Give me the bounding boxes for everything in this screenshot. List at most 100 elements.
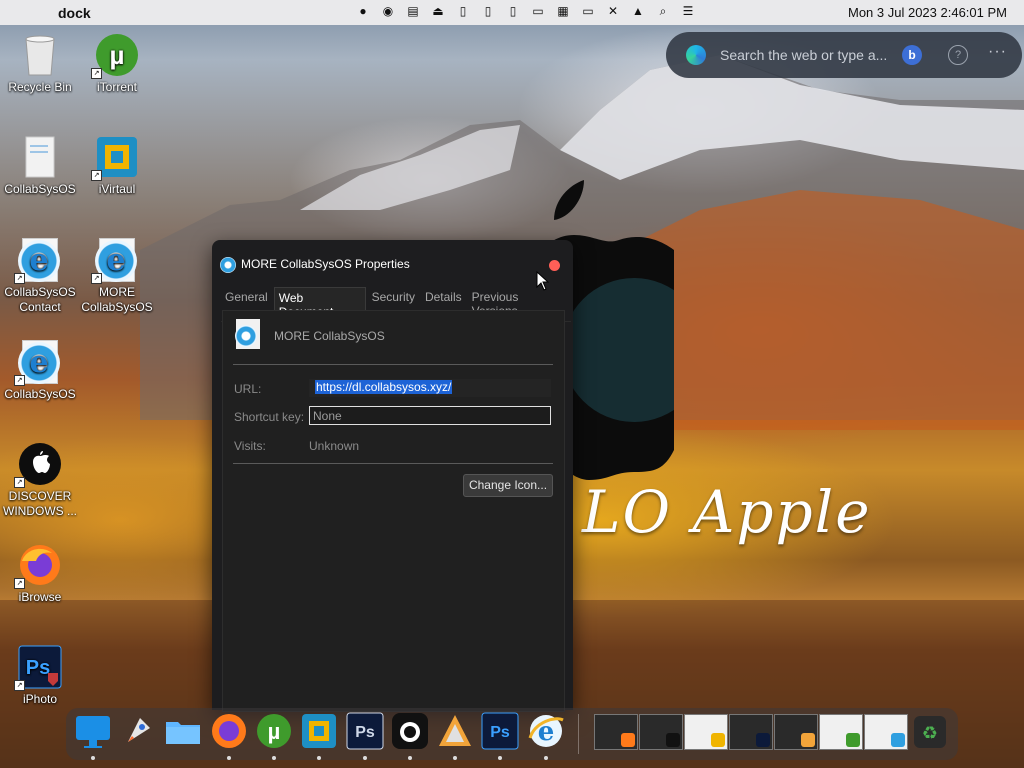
window-thumbnail[interactable] <box>684 714 728 750</box>
close-button[interactable] <box>549 260 560 271</box>
edge-search-input[interactable]: Search the web or type a... <box>720 47 887 63</box>
utorrent-icon <box>846 733 860 747</box>
running-indicator <box>272 756 276 760</box>
svg-text:Ps: Ps <box>26 657 50 679</box>
internet-explorer-icon[interactable]: e <box>527 712 565 750</box>
shortcut-key-label: Shortcut key: <box>234 410 305 424</box>
window-thumbnail[interactable] <box>594 714 638 750</box>
display-icon[interactable]: ▭ <box>580 3 596 19</box>
desktop-icon-iphoto[interactable]: Ps ↗ iPhoto <box>0 645 80 707</box>
window-thumbnail[interactable] <box>819 714 863 750</box>
mute-icon[interactable]: ✕ <box>605 3 621 19</box>
desktop-icon-recycle-bin[interactable]: Recycle Bin <box>0 33 80 95</box>
dock: µ Ps Ps e ♻ <box>66 708 958 760</box>
memory-meter-icon[interactable]: ▯ <box>455 3 471 19</box>
url-field[interactable]: https://dl.collabsysos.xyz/ <box>309 379 551 397</box>
help-icon[interactable]: ? <box>948 45 968 65</box>
recycle-bin-icon[interactable]: ♻ <box>912 714 948 750</box>
desktop-icon-ibrowse[interactable]: ↗ iBrowse <box>0 543 80 605</box>
menu-bar: dock ● ◉ ▤ ⏏ ▯ ▯ ▯ ▭ ▦ ▭ ✕ ▲ ⌕ ☰ Mon 3 J… <box>0 0 1024 25</box>
ie-shortcut-icon: e ↗ <box>14 340 62 386</box>
launchpad-icon[interactable] <box>120 712 158 750</box>
photoshop-icon[interactable]: Ps <box>346 712 384 750</box>
desktop-icon-label: iTorrent <box>96 80 137 94</box>
internet-explorer-icon <box>891 733 905 747</box>
shortcut-key-field[interactable]: None <box>309 406 551 425</box>
affinity-icon[interactable] <box>436 712 474 750</box>
svg-text:Ps: Ps <box>490 724 510 741</box>
divider <box>233 364 553 365</box>
svg-text:µ: µ <box>110 40 125 70</box>
svg-text:µ: µ <box>268 719 281 744</box>
more-options-icon[interactable]: ··· <box>988 43 1007 61</box>
photoshop-icon[interactable]: Ps <box>481 712 519 750</box>
web-document-panel: MORE CollabSysOS URL: https://dl.collabs… <box>222 310 565 712</box>
sd-card-icon[interactable]: ▦ <box>555 3 571 19</box>
status-icons: ● ◉ ▤ ⏏ ▯ ▯ ▯ ▭ ▦ ▭ ✕ ▲ ⌕ ☰ <box>355 3 696 19</box>
svg-text:♻: ♻ <box>922 723 938 744</box>
desktop-icon-itorrent[interactable]: µ ↗ iTorrent <box>77 33 157 95</box>
document-icon <box>18 135 62 179</box>
running-indicator <box>227 756 231 760</box>
virtualbox-icon[interactable] <box>300 712 338 750</box>
shortcut-arrow-icon: ↗ <box>14 680 25 691</box>
desktop-icon-collabsysos[interactable]: CollabSysOS <box>0 135 80 197</box>
record-icon[interactable]: ◉ <box>380 3 396 19</box>
menu-clock[interactable]: Mon 3 Jul 2023 2:46:01 PM <box>848 5 1007 20</box>
firefox-icon <box>621 733 635 747</box>
shortcut-arrow-icon: ↗ <box>91 170 102 181</box>
running-indicator <box>498 756 502 760</box>
folder-icon[interactable] <box>164 712 202 750</box>
ie-shortcut-icon <box>233 319 263 351</box>
utorrent-icon: µ ↗ <box>91 33 139 79</box>
document-name: MORE CollabSysOS <box>274 329 385 343</box>
desktop-icon-more-collabsysos[interactable]: e ↗ MORE CollabSysOS <box>77 238 157 315</box>
eject-icon[interactable]: ▲ <box>630 3 646 19</box>
edge-search-bar[interactable]: Search the web or type a... b ? ··· <box>666 32 1022 78</box>
utorrent-icon[interactable]: µ <box>255 712 293 750</box>
desktop-icon-discover-windows[interactable]: ↗ DISCOVER WINDOWS ... <box>0 442 80 519</box>
cpu-meter-icon[interactable]: ▯ <box>505 3 521 19</box>
desktop-icon-label: iVirtaul <box>98 182 136 196</box>
desktop-icon-collabsysos-contact[interactable]: e ↗ CollabSysOS Contact <box>0 238 80 315</box>
eject-circle-icon[interactable]: ⏏ <box>430 3 446 19</box>
window-thumbnail[interactable] <box>774 714 818 750</box>
apple-icon[interactable] <box>391 712 429 750</box>
firefox-icon[interactable] <box>210 712 248 750</box>
desktop-icon-label: DISCOVER WINDOWS ... <box>3 489 77 518</box>
desktop-icon-label: MORE CollabSysOS <box>81 285 153 314</box>
desktop-icon-ivirtaul[interactable]: ↗ iVirtaul <box>77 135 157 197</box>
apple-icon <box>666 733 680 747</box>
active-app-name[interactable]: dock <box>58 5 91 21</box>
shortcut-arrow-icon: ↗ <box>14 477 25 488</box>
change-icon-button[interactable]: Change Icon... <box>463 474 553 497</box>
shortcut-arrow-icon: ↗ <box>14 273 25 284</box>
desktop-icon-label: CollabSysOS <box>4 182 76 196</box>
firefox-icon: ↗ <box>14 543 62 589</box>
finder-icon[interactable] <box>74 712 112 750</box>
window-thumbnail[interactable] <box>639 714 683 750</box>
window-thumbnail[interactable] <box>864 714 908 750</box>
wallpaper-text: LO Apple <box>582 478 872 546</box>
paw-icon[interactable]: ● <box>355 3 371 19</box>
mouse-cursor-icon <box>536 271 550 291</box>
running-indicator <box>408 756 412 760</box>
control-center-icon[interactable]: ☰ <box>680 3 696 19</box>
desktop-icon-label: CollabSysOS Contact <box>4 285 76 314</box>
clipboard-icon[interactable]: ▤ <box>405 3 421 19</box>
desktop-icon-label: CollabSysOS <box>4 387 76 401</box>
storage-meter-icon[interactable]: ▯ <box>480 3 496 19</box>
running-indicator <box>453 756 457 760</box>
edge-icon <box>686 45 706 65</box>
desktop-icon-collabsysos-link[interactable]: e ↗ CollabSysOS <box>0 340 80 402</box>
search-icon[interactable]: ⌕ <box>655 3 671 19</box>
bing-icon[interactable]: b <box>902 45 922 65</box>
visits-value: Unknown <box>309 439 360 453</box>
photoshop-icon: Ps ↗ <box>14 645 62 691</box>
ie-shortcut-icon: e ↗ <box>91 238 139 284</box>
desktop-icon-label: iBrowse <box>18 590 62 604</box>
running-indicator <box>363 756 367 760</box>
window-thumbnail[interactable] <box>729 714 773 750</box>
affinity-icon <box>801 733 815 747</box>
battery-icon[interactable]: ▭ <box>530 3 546 19</box>
